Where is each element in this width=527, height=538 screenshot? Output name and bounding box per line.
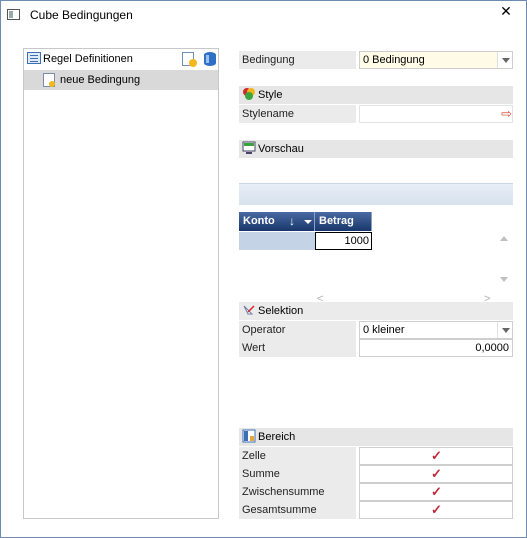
- rule-tree-panel: Regel Definitionen neue Bedingung: [23, 48, 219, 519]
- filter-dropdown-icon[interactable]: [304, 220, 312, 224]
- condition-icon: [43, 73, 55, 87]
- wert-label: Wert: [239, 339, 356, 357]
- close-button[interactable]: ✕: [491, 1, 521, 23]
- selection-section-header: Selektion: [239, 302, 513, 320]
- style-section-label: Style: [258, 89, 283, 101]
- vertical-scrollbar[interactable]: [498, 234, 512, 288]
- grid-header-konto[interactable]: Konto ↓: [239, 212, 315, 231]
- range-label-gesamtsumme: Gesamtsumme: [239, 501, 356, 519]
- range-icon: [242, 429, 256, 443]
- range-checkbox-summe[interactable]: ✓: [359, 465, 513, 483]
- operator-value: 0 kleiner: [363, 324, 405, 336]
- window-icon: [7, 9, 20, 20]
- checkmark-icon[interactable]: ✓: [431, 448, 442, 463]
- preview-section-label: Vorschau: [258, 143, 304, 155]
- tree-header-label: Regel Definitionen: [43, 53, 133, 65]
- tree-item-label: neue Bedingung: [60, 74, 141, 86]
- star-icon: [189, 59, 197, 67]
- range-checkbox-gesamtsumme[interactable]: ✓: [359, 501, 513, 519]
- palette-icon: [243, 88, 255, 100]
- checkmark-icon[interactable]: ✓: [431, 502, 442, 517]
- chevron-down-icon[interactable]: [497, 52, 512, 68]
- range-checkbox-zelle[interactable]: ✓: [359, 447, 513, 465]
- grid-header-betrag[interactable]: Betrag: [315, 212, 372, 231]
- title-bar: Cube Bedingungen ✕: [1, 1, 526, 31]
- dialog-window: Cube Bedingungen ✕ Regel Definitionen ne…: [0, 0, 527, 538]
- wert-input[interactable]: 0,0000: [359, 339, 513, 357]
- grid-header-betrag-label: Betrag: [319, 215, 354, 227]
- grid-cell-konto[interactable]: [239, 232, 315, 250]
- range-label-zwischensumme: Zwischensumme: [239, 483, 356, 501]
- database-icon: [204, 52, 216, 66]
- stylename-input[interactable]: ⇨: [359, 105, 513, 123]
- sort-down-icon: ↓: [289, 214, 295, 228]
- preview-band: [239, 183, 513, 205]
- tree-item-neue-bedingung[interactable]: neue Bedingung: [24, 70, 218, 90]
- arrow-right-icon[interactable]: ⇨: [501, 106, 512, 121]
- chevron-down-icon[interactable]: [497, 322, 512, 338]
- condition-label: Bedingung: [239, 51, 356, 69]
- tree-header: Regel Definitionen: [24, 49, 218, 69]
- range-section-header: Bereich: [239, 428, 513, 446]
- selection-section-label: Selektion: [258, 305, 304, 317]
- checkmark-icon[interactable]: ✓: [431, 484, 442, 499]
- operator-label: Operator: [239, 321, 356, 339]
- range-label-summe: Summe: [239, 465, 356, 483]
- range-label-zelle: Zelle: [239, 447, 356, 465]
- condition-select[interactable]: 0 Bedingung: [359, 51, 513, 69]
- scroll-up-icon[interactable]: [500, 236, 508, 241]
- checkmark-icon[interactable]: ✓: [431, 466, 442, 481]
- condition-value: 0 Bedingung: [363, 54, 425, 66]
- new-condition-button[interactable]: [181, 51, 197, 67]
- database-button[interactable]: [202, 51, 218, 67]
- monitor-icon: [242, 141, 256, 154]
- wert-value: 0,0000: [475, 342, 509, 354]
- range-section-label: Bereich: [258, 431, 296, 443]
- operator-select[interactable]: 0 kleiner: [359, 321, 513, 339]
- stylename-label: Stylename: [239, 105, 356, 123]
- list-icon: [27, 52, 41, 64]
- selection-icon: [243, 305, 255, 315]
- style-section-header: Style: [239, 86, 513, 104]
- preview-section-header: Vorschau: [239, 140, 513, 158]
- scroll-down-icon[interactable]: [500, 277, 508, 282]
- range-checkbox-zwischensumme[interactable]: ✓: [359, 483, 513, 501]
- window-title: Cube Bedingungen: [30, 8, 133, 22]
- grid-cell-betrag-value: 1000: [344, 235, 369, 247]
- grid-header-konto-label: Konto: [243, 215, 275, 227]
- grid-cell-betrag[interactable]: 1000: [315, 232, 372, 250]
